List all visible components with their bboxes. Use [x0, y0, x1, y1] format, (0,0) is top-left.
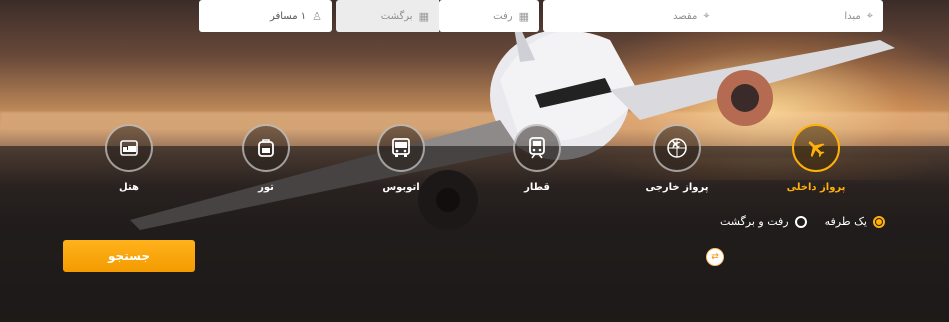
- location-pin-icon: ⌖: [703, 9, 710, 22]
- round-trip-label: رفت و برگشت: [719, 215, 789, 228]
- origin-destination-field[interactable]: ⌖ مبدا ⌖ مقصد: [543, 0, 883, 32]
- calendar-icon: ▦: [418, 9, 429, 23]
- location-pin-icon: ⌖: [866, 9, 873, 22]
- globe-plane-icon: [653, 124, 701, 172]
- passengers-field[interactable]: ♙ ۱ مسافر: [199, 0, 332, 32]
- passengers-value: ۱ مسافر: [269, 10, 307, 22]
- search-button[interactable]: جستجو: [63, 240, 195, 272]
- airplane-icon: [792, 124, 840, 172]
- origin-placeholder: مبدا: [844, 10, 861, 22]
- hero-banner: پرواز داخلی پرواز خارجی قطار اتوبوس تور …: [0, 0, 949, 322]
- bed-icon: [105, 124, 153, 172]
- swap-route-icon[interactable]: ⇄: [706, 248, 724, 266]
- radio-unchecked-icon: [794, 215, 807, 228]
- trip-type-group: یک طرفه رفت و برگشت: [720, 215, 885, 228]
- destination-placeholder: مقصد: [673, 10, 698, 22]
- radio-checked-icon: [873, 215, 885, 228]
- tab-label: تور: [258, 182, 274, 193]
- depart-placeholder: رفت: [493, 10, 513, 22]
- tab-tour[interactable]: تور: [221, 124, 311, 193]
- tab-hotel[interactable]: هتل: [84, 124, 174, 193]
- calendar-icon: ▦: [518, 9, 529, 23]
- user-icon: ♙: [312, 9, 322, 23]
- one-way-radio[interactable]: یک طرفه: [825, 215, 885, 228]
- train-icon: [513, 124, 561, 172]
- round-trip-radio[interactable]: رفت و برگشت: [720, 215, 807, 228]
- backpack-icon: [242, 124, 290, 172]
- tab-label: هتل: [119, 182, 139, 193]
- one-way-label: یک طرفه: [824, 215, 867, 228]
- service-tabs: پرواز داخلی پرواز خارجی قطار اتوبوس تور …: [0, 124, 949, 194]
- tab-label: پرواز داخلی: [786, 182, 846, 193]
- return-placeholder: برگشت: [380, 10, 413, 22]
- bus-icon: [377, 124, 425, 172]
- tab-label: پرواز خارجی: [645, 182, 709, 193]
- tab-label: قطار: [524, 182, 550, 193]
- return-date-field[interactable]: ▦ برگشت: [336, 0, 439, 32]
- tab-international-flight[interactable]: پرواز خارجی: [632, 124, 722, 193]
- depart-date-field[interactable]: ▦ رفت: [439, 0, 539, 32]
- tab-train[interactable]: قطار: [492, 124, 582, 193]
- tab-label: اتوبوس: [382, 182, 420, 193]
- tab-bus[interactable]: اتوبوس: [356, 124, 446, 193]
- tab-domestic-flight[interactable]: پرواز داخلی: [771, 124, 861, 193]
